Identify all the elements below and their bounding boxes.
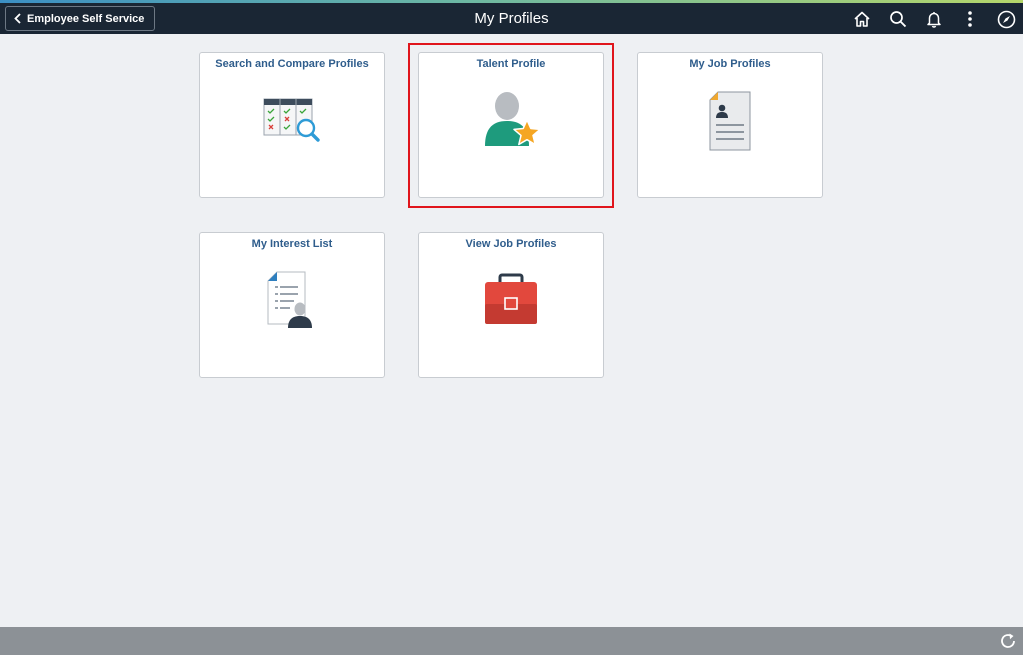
- interest-list-icon: [267, 271, 312, 328]
- footer-bar: [0, 627, 1023, 655]
- tile-title: Talent Profile: [476, 58, 546, 70]
- tile-title: Search and Compare Profiles: [215, 58, 369, 70]
- tile-title: View Job Profiles: [465, 238, 557, 250]
- talent-profile-icon: [485, 92, 541, 146]
- tile-title: My Job Profiles: [689, 58, 771, 70]
- tile-search-compare-profiles[interactable]: Search and Compare Profiles: [199, 52, 385, 198]
- tile-view-job-profiles[interactable]: View Job Profiles: [418, 232, 604, 378]
- tile-my-job-profiles[interactable]: My Job Profiles: [637, 52, 823, 198]
- compare-profiles-icon: [263, 98, 320, 142]
- bell-icon[interactable]: [924, 9, 944, 29]
- job-profile-document-icon: [709, 91, 751, 151]
- header-bar: Employee Self Service My Profiles: [0, 3, 1023, 34]
- tile-title: My Interest List: [251, 238, 333, 250]
- navbar-compass-icon[interactable]: [996, 9, 1016, 29]
- briefcase-icon: [485, 273, 537, 324]
- search-icon[interactable]: [888, 9, 908, 29]
- tile-my-interest-list[interactable]: My Interest List: [199, 232, 385, 378]
- tile-talent-profile[interactable]: Talent Profile: [418, 52, 604, 198]
- refresh-icon[interactable]: [999, 632, 1017, 655]
- home-icon[interactable]: [852, 9, 872, 29]
- more-vertical-icon[interactable]: [960, 9, 980, 29]
